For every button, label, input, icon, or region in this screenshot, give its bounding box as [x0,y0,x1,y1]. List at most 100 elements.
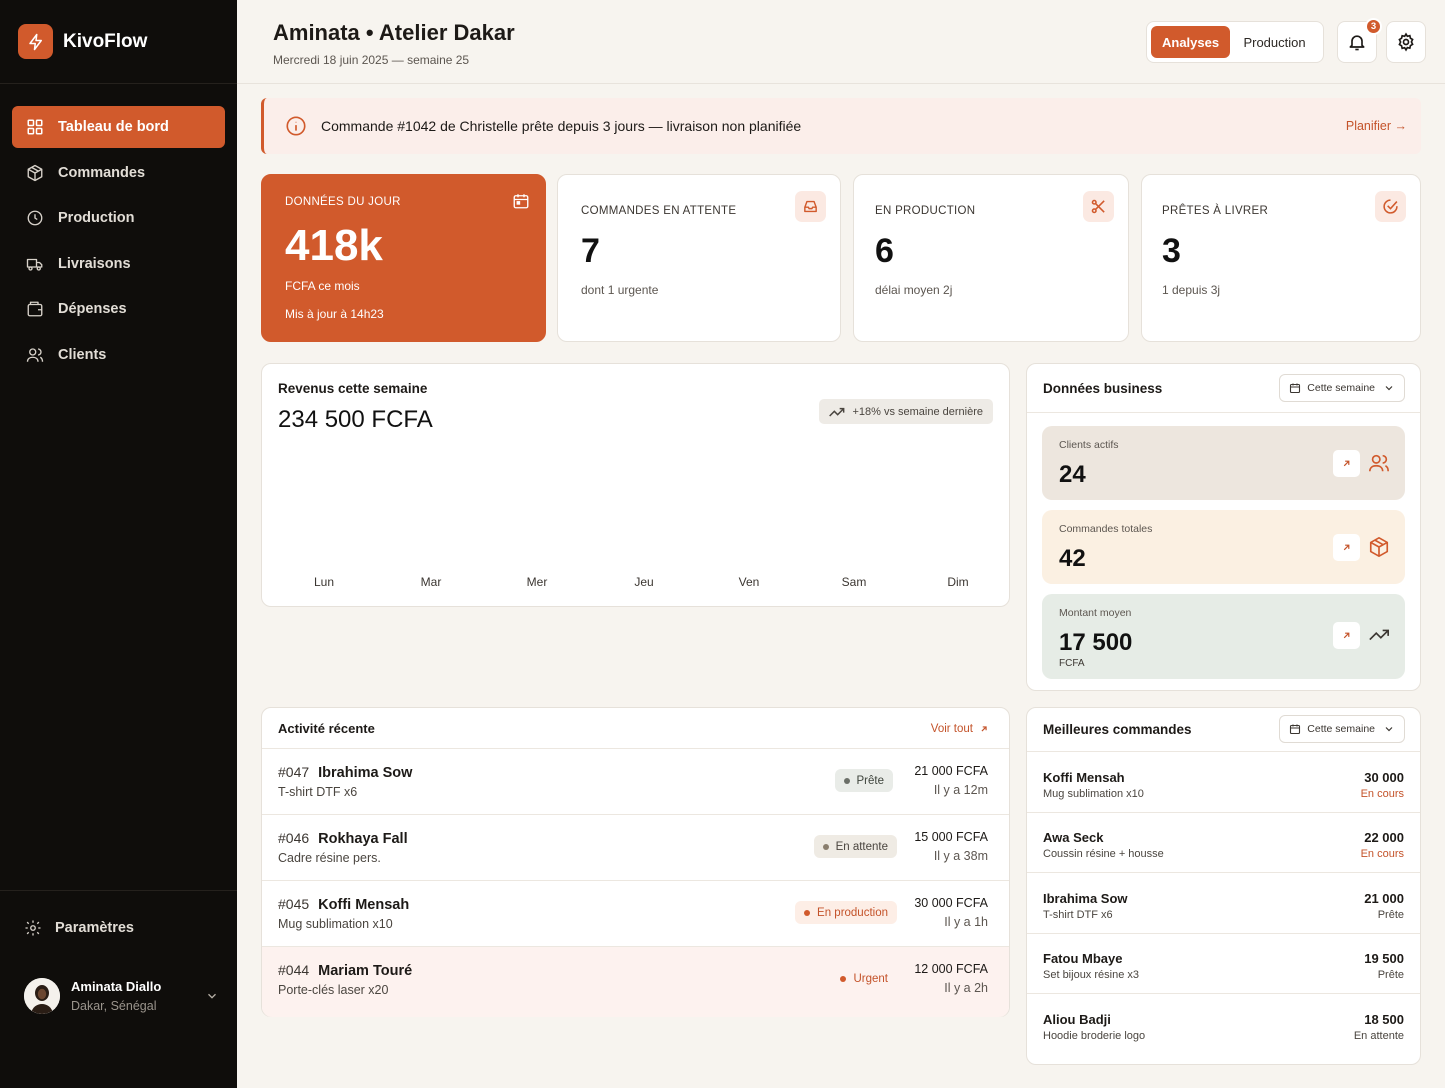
day-label: Mar [420,575,442,589]
calendar-icon [1289,382,1301,394]
day-label: Dim [947,575,969,589]
activity-row[interactable]: #047 Ibrahima Sow T-shirt DTF x6 Prête 2… [262,749,1009,815]
stat-label: EN PRODUCTION [875,205,976,217]
settings-link[interactable]: Paramètres [0,891,237,937]
business-card-header: Données business Cette semaine [1027,364,1420,413]
status-label: Prête [856,774,885,787]
best-order-row[interactable]: Awa Seck Coussin résine + housse 22 000 … [1027,813,1420,873]
order-time: Il y a 38m [933,849,988,863]
status-badge: Urgent [831,967,897,990]
scissors-icon [1083,191,1114,222]
arrow-up-right-icon[interactable] [1333,534,1360,561]
main-nav: Tableau de bord Commandes Production Liv… [0,84,237,376]
revenue-card: Revenus cette semaine 234 500 FCFA +18% … [261,363,1010,607]
nav-item-commandes[interactable]: Commandes [12,152,225,194]
brand[interactable]: KivoFlow [0,0,237,84]
tab-analyses[interactable]: Analyses [1151,26,1231,58]
activity-main: #046 Rokhaya Fall [278,830,408,847]
business-card: Données business Cette semaine Clients a… [1026,363,1421,691]
chevron-down-icon [1383,723,1395,735]
user-location: Dakar, Sénégal [71,999,157,1013]
activity-header: Activité récente Voir tout [262,708,1009,749]
nav-item-tableau-de-bord[interactable]: Tableau de bord [12,106,225,148]
gear-icon [1396,32,1416,52]
order-desc: T-shirt DTF x6 [1043,909,1113,921]
nav-item-clients[interactable]: Clients [12,334,225,376]
period-select[interactable]: Cette semaine [1279,374,1405,402]
settings-button[interactable] [1386,21,1426,63]
period-value: Cette semaine [1307,382,1375,394]
order-id: #045 [278,896,310,912]
biz-label: Montant moyen [1059,607,1132,619]
day-label: Ven [738,575,760,589]
activity-row[interactable]: #045 Koffi Mensah Mug sublimation x10 En… [262,881,1009,947]
client-name: Koffi Mensah [318,897,410,913]
chevron-down-icon [1383,382,1395,394]
activity-row[interactable]: #046 Rokhaya Fall Cadre résine pers. En … [262,815,1009,881]
order-amount: 21 000 FCFA [914,764,988,778]
page-title: Aminata • Atelier Dakar [273,20,515,45]
arrow-up-right-icon[interactable] [1333,622,1360,649]
alert-text: Commande #1042 de Christelle prête depui… [321,118,802,134]
truck-icon [26,255,44,273]
order-desc: T-shirt DTF x6 [278,785,358,799]
users-icon [1368,452,1390,474]
tab-production[interactable]: Production [1230,26,1319,58]
best-order-row[interactable]: Fatou Mbaye Set bijoux résine x3 19 500 … [1027,934,1420,994]
status-dot [840,975,847,982]
clock-icon [26,209,44,227]
nav-item-livraisons[interactable]: Livraisons [12,243,225,285]
biz-tile-clients[interactable]: Clients actifs 24 [1042,426,1405,500]
arrow-up-right-icon[interactable] [1333,450,1360,477]
status-dot [804,909,811,916]
stat-sub: délai moyen 2j [875,283,953,297]
order-desc: Set bijoux résine x3 [1043,969,1139,981]
stat-card-pending: COMMANDES EN ATTENTE 7 dont 1 urgente [557,174,841,342]
nav-item-depenses[interactable]: Dépenses [12,288,225,330]
status-dot [822,843,829,850]
calendar-icon [1289,723,1301,735]
day-label: Sam [841,575,867,589]
alert-action-link[interactable]: Planifier → [1346,119,1407,133]
user-menu[interactable]: Aminata Diallo Dakar, Sénégal [24,978,219,1014]
page-header: Aminata • Atelier Dakar Mercredi 18 juin… [237,0,1445,84]
best-order-row[interactable]: Ibrahima Sow T-shirt DTF x6 21 000 Prête [1027,874,1420,934]
order-status: En cours [1360,788,1404,800]
see-all-link[interactable]: Voir tout [931,723,989,735]
order-amount: 30 000 [1364,770,1404,785]
day-label: Lun [313,575,335,589]
nav-item-production[interactable]: Production [12,197,225,239]
biz-tile-average[interactable]: Montant moyen 17 500 FCFA [1042,594,1405,679]
activity-main: #044 Mariam Touré [278,962,412,979]
bell-icon [1347,32,1367,52]
client-name: Awa Seck [1043,830,1104,845]
business-title: Données business [1043,381,1163,396]
best-orders-card: Meilleures commandes Cette semaine Koffi… [1026,707,1421,1065]
stat-card-production: EN PRODUCTION 6 délai moyen 2j [853,174,1129,342]
activity-card: Activité récente Voir tout #047 Ibrahima… [261,707,1010,1017]
order-time: Il y a 2h [944,981,988,995]
biz-tile-orders[interactable]: Commandes totales 42 [1042,510,1405,584]
stat-card-ready: PRÊTES À LIVRER 3 1 depuis 3j [1141,174,1421,342]
stat-sub: 1 depuis 3j [1162,283,1221,297]
period-select[interactable]: Cette semaine [1279,715,1405,743]
order-desc: Porte-clés laser x20 [278,983,389,997]
activity-row-urgent[interactable]: #044 Mariam Touré Porte-clés laser x20 U… [262,947,1009,1017]
page-subtitle: Mercredi 18 juin 2025 — semaine 25 [273,53,470,67]
stat-updated: Mis à jour à 14h23 [285,307,384,321]
stat-label: DONNÉES DU JOUR [285,196,401,208]
best-orders-title: Meilleures commandes [1043,722,1192,737]
best-order-row[interactable]: Koffi Mensah Mug sublimation x10 30 000 … [1027,753,1420,813]
chevron-down-icon[interactable] [205,989,219,1003]
gear-icon [24,919,42,937]
nav-label: Commandes [58,164,146,181]
trending-up-icon [1368,624,1390,646]
notifications-button[interactable]: 3 [1337,18,1382,63]
biz-unit: FCFA [1059,658,1085,669]
stat-value: 6 [875,232,894,270]
status-badge: Prête [834,769,893,792]
revenue-value: 234 500 FCFA [278,406,433,433]
best-order-row[interactable]: Aliou Badji Hoodie broderie logo 18 500 … [1027,995,1420,1055]
activity-main: #047 Ibrahima Sow [278,764,412,781]
sidebar-footer: Paramètres Aminata Diallo Dakar, Sénégal [0,890,237,1088]
